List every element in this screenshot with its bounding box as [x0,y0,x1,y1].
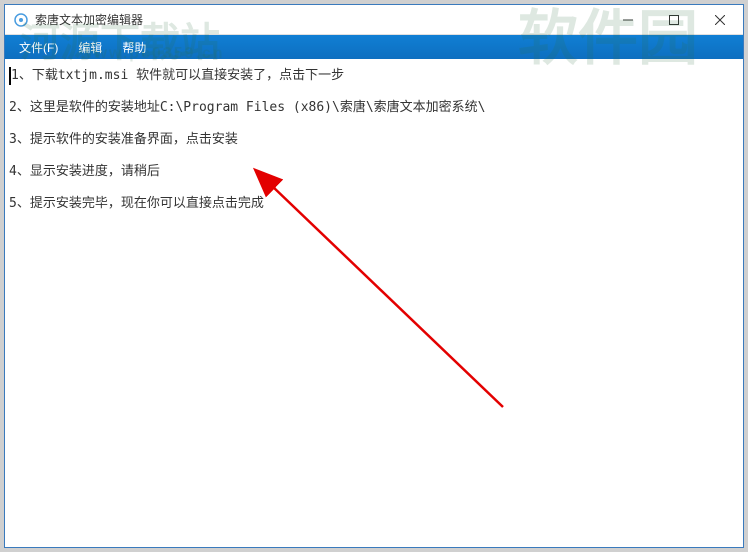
minimize-button[interactable] [605,5,651,34]
menubar: 文件(F) 编辑 帮助 [5,35,743,59]
application-window: 索唐文本加密编辑器 文件(F) 编辑 帮助 1、下载txtjm.msi 软件就可… [4,4,744,548]
close-button[interactable] [697,5,743,34]
text-line: 1、下载txtjm.msi 软件就可以直接安装了，点击下一步 [9,67,739,85]
titlebar: 索唐文本加密编辑器 [5,5,743,35]
window-title: 索唐文本加密编辑器 [35,11,605,28]
editor-content[interactable]: 1、下载txtjm.msi 软件就可以直接安装了，点击下一步 2、这里是软件的安… [5,59,743,547]
text-line: 2、这里是软件的安装地址C:\Program Files (x86)\索唐\索唐… [9,99,739,117]
text-line: 5、提示安装完毕，现在你可以直接点击完成 [9,195,739,213]
text-line: 4、显示安装进度，请稍后 [9,163,739,181]
menu-file[interactable]: 文件(F) [9,37,68,58]
text-line: 3、提示软件的安装准备界面，点击安装 [9,131,739,149]
menu-edit[interactable]: 编辑 [68,37,112,58]
app-icon [13,12,29,28]
menu-help[interactable]: 帮助 [112,37,156,58]
maximize-button[interactable] [651,5,697,34]
window-controls [605,5,743,34]
